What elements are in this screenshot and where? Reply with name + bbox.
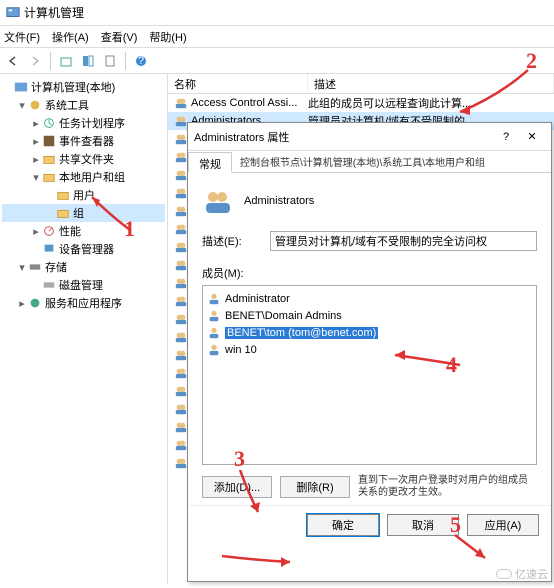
tree-event-viewer[interactable]: ▸事件查看器: [2, 132, 165, 150]
window-title: 计算机管理: [24, 4, 84, 21]
menu-view[interactable]: 查看(V): [101, 29, 138, 45]
svg-text:?: ?: [138, 55, 144, 67]
members-label: 成员(M):: [202, 265, 537, 281]
tree-local-users-groups[interactable]: ▾本地用户和组: [2, 168, 165, 186]
member-item[interactable]: BENET\Domain Admins: [207, 307, 532, 324]
dialog-tabs: 常规 控制台根节点\计算机管理(本地)\系统工具\本地用户和组: [188, 151, 551, 173]
dialog-close-button[interactable]: ✕: [519, 130, 545, 143]
ok-button[interactable]: 确定: [307, 514, 379, 536]
dialog-title: Administrators 属性: [194, 129, 493, 145]
dialog-titlebar[interactable]: Administrators 属性 ? ✕: [188, 123, 551, 151]
dialog-help-button[interactable]: ?: [493, 131, 519, 143]
dialog-breadcrumb: 控制台根节点\计算机管理(本地)\系统工具\本地用户和组: [232, 151, 493, 172]
forward-button[interactable]: [26, 52, 44, 70]
member-item[interactable]: win 10: [207, 341, 532, 358]
list-row[interactable]: Access Control Assi...此组的成员可以远程查询此计算...: [168, 94, 554, 112]
tree-groups[interactable]: 组: [2, 204, 165, 222]
properties-dialog: Administrators 属性 ? ✕ 常规 控制台根节点\计算机管理(本地…: [187, 122, 552, 582]
menu-file[interactable]: 文件(F): [4, 29, 40, 45]
col-name[interactable]: 名称: [168, 74, 308, 93]
members-note: 直到下一次用户登录时对用户的组成员关系的更改才生效。: [358, 475, 537, 499]
up-button[interactable]: [57, 52, 75, 70]
cancel-button[interactable]: 取消: [387, 514, 459, 536]
window-titlebar: 计算机管理: [0, 0, 554, 26]
navigation-tree[interactable]: 计算机管理(本地) ▾系统工具 ▸任务计划程序 ▸事件查看器 ▸共享文件夹 ▾本…: [0, 74, 168, 584]
export-button[interactable]: [101, 52, 119, 70]
tree-storage[interactable]: ▾存储: [2, 258, 165, 276]
apply-button[interactable]: 应用(A): [467, 514, 539, 536]
tree-users[interactable]: 用户: [2, 186, 165, 204]
watermark-logo-icon: [496, 569, 512, 579]
app-icon: [6, 6, 20, 20]
help-button[interactable]: ?: [132, 52, 150, 70]
tree-disk-management[interactable]: 磁盘管理: [2, 276, 165, 294]
members-listbox[interactable]: AdministratorBENET\Domain AdminsBENET\to…: [202, 285, 537, 465]
group-name: Administrators: [244, 195, 314, 207]
tree-device-manager[interactable]: 设备管理器: [2, 240, 165, 258]
menubar: 文件(F) 操作(A) 查看(V) 帮助(H): [0, 26, 554, 48]
add-button[interactable]: 添加(D)...: [202, 476, 272, 498]
toolbar: ?: [0, 48, 554, 74]
watermark: 亿速云: [496, 566, 548, 582]
group-icon: [202, 185, 234, 217]
remove-button[interactable]: 删除(R): [280, 476, 350, 498]
desc-label: 描述(E):: [202, 233, 262, 249]
tree-shared-folders[interactable]: ▸共享文件夹: [2, 150, 165, 168]
tab-general[interactable]: 常规: [188, 152, 232, 173]
member-item[interactable]: Administrator: [207, 290, 532, 307]
list-header: 名称 描述: [168, 74, 554, 94]
menu-action[interactable]: 操作(A): [52, 29, 89, 45]
col-desc[interactable]: 描述: [308, 74, 554, 93]
description-input[interactable]: [270, 231, 537, 251]
show-hide-button[interactable]: [79, 52, 97, 70]
tree-system-tools[interactable]: ▾系统工具: [2, 96, 165, 114]
back-button[interactable]: [4, 52, 22, 70]
member-item[interactable]: BENET\tom (tom@benet.com): [207, 324, 532, 341]
tree-services[interactable]: ▸服务和应用程序: [2, 294, 165, 312]
tree-performance[interactable]: ▸性能: [2, 222, 165, 240]
tree-task-scheduler[interactable]: ▸任务计划程序: [2, 114, 165, 132]
tree-root[interactable]: 计算机管理(本地): [2, 78, 165, 96]
menu-help[interactable]: 帮助(H): [149, 29, 186, 45]
